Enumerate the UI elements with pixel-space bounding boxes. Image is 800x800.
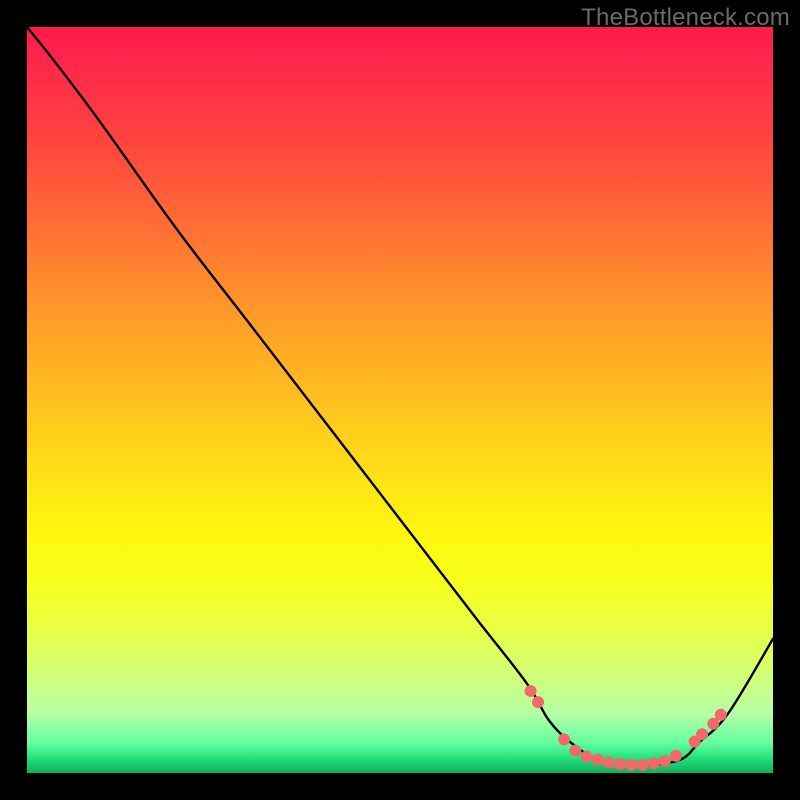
marker-dot bbox=[603, 757, 615, 769]
marker-dot bbox=[525, 685, 537, 697]
plot-area bbox=[27, 27, 773, 773]
curve-line bbox=[27, 27, 773, 766]
marker-dot bbox=[592, 754, 604, 766]
marker-dot bbox=[569, 745, 581, 757]
marker-dot bbox=[659, 755, 671, 767]
marker-dot bbox=[532, 696, 544, 708]
chart-svg bbox=[27, 27, 773, 773]
marker-dot bbox=[648, 757, 660, 769]
marker-dot bbox=[625, 759, 637, 771]
marker-dot bbox=[670, 750, 682, 762]
chart-frame: TheBottleneck.com bbox=[0, 0, 800, 800]
marker-dot bbox=[696, 728, 708, 740]
watermark-text: TheBottleneck.com bbox=[581, 4, 790, 32]
marker-dot bbox=[614, 758, 626, 770]
marker-dot bbox=[581, 751, 593, 763]
marker-dot bbox=[558, 733, 570, 745]
marker-dot bbox=[715, 709, 727, 721]
marker-dot bbox=[636, 759, 648, 771]
